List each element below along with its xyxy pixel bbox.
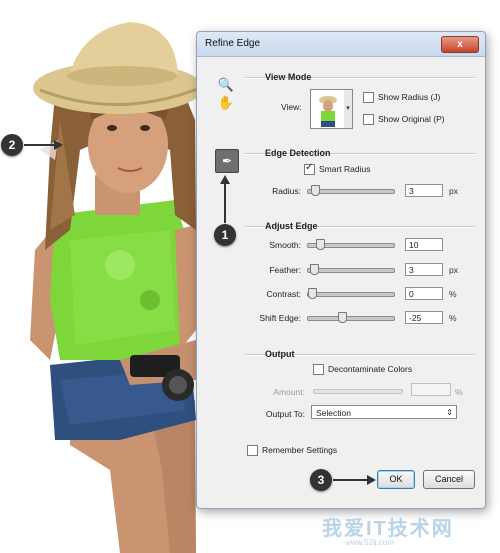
show-radius-checkbox[interactable] — [363, 92, 374, 103]
callout-number: 2 — [8, 138, 16, 152]
view-preview-thumbnail[interactable] — [310, 89, 346, 129]
shift-edge-input[interactable]: -25 — [405, 311, 443, 324]
edge-detection-heading: Edge Detection — [265, 148, 331, 158]
feather-label: Feather: — [269, 265, 301, 275]
radius-slider[interactable] — [307, 185, 395, 196]
callout-badge-2: 2 — [1, 134, 23, 156]
output-to-value: Selection — [316, 408, 351, 418]
feather-slider[interactable] — [307, 264, 395, 275]
shift-edge-slider-thumb[interactable] — [338, 312, 347, 323]
dialog-title: Refine Edge — [205, 38, 261, 49]
decontaminate-colors-checkbox[interactable] — [313, 364, 324, 375]
amount-label: Amount: — [273, 387, 305, 397]
radius-slider-thumb[interactable] — [311, 185, 320, 196]
tool-column: 🔍 ✋ — [217, 76, 237, 112]
refine-edge-dialog: Refine Edge x 🔍 ✋ ✒ View Mode View: ▾ Sh… — [196, 31, 486, 509]
callout-number: 1 — [221, 228, 229, 242]
arrow-right-icon — [333, 475, 376, 485]
cancel-button[interactable]: Cancel — [423, 470, 475, 489]
watermark-text: 我爱IT技术网 — [322, 518, 454, 540]
hand-tool-icon[interactable]: ✋ — [217, 94, 235, 112]
amount-slider[interactable] — [313, 389, 403, 394]
feather-unit: px — [449, 265, 458, 275]
output-to-label: Output To: — [265, 409, 305, 419]
callout-badge-1: 1 — [214, 224, 236, 246]
radius-unit: px — [449, 186, 458, 196]
amount-unit: % — [455, 387, 463, 397]
smooth-input[interactable]: 10 — [405, 238, 443, 251]
title-bar[interactable]: Refine Edge x — [197, 32, 485, 57]
amount-input[interactable] — [411, 383, 451, 396]
adjust-edge-heading: Adjust Edge — [265, 221, 318, 231]
smooth-slider-thumb[interactable] — [316, 239, 325, 250]
radius-label: Radius: — [272, 186, 301, 196]
shift-edge-slider[interactable] — [307, 312, 395, 323]
arrow-up-icon — [220, 175, 230, 223]
feather-slider-thumb[interactable] — [310, 264, 319, 275]
close-icon: x — [457, 39, 463, 50]
view-dropdown-arrow-icon[interactable]: ▾ — [344, 89, 353, 129]
remember-settings-checkbox[interactable] — [247, 445, 258, 456]
show-radius-label: Show Radius (J) — [378, 92, 441, 102]
watermark-url: www.52ij.com — [345, 538, 394, 547]
close-button[interactable]: x — [441, 36, 479, 53]
ok-button[interactable]: OK — [377, 470, 415, 489]
smooth-label: Smooth: — [269, 240, 301, 250]
output-to-select[interactable]: Selection ⇕ — [311, 405, 457, 419]
contrast-input[interactable]: 0 — [405, 287, 443, 300]
contrast-slider[interactable] — [307, 288, 395, 299]
smart-radius-checkbox[interactable] — [304, 162, 315, 175]
refine-radius-brush-icon[interactable]: ✒ — [215, 149, 239, 173]
smooth-slider[interactable] — [307, 239, 395, 250]
select-arrows-icon: ⇕ — [446, 408, 453, 417]
view-preview-image — [311, 90, 345, 128]
feather-input[interactable]: 3 — [405, 263, 443, 276]
callout-badge-3: 3 — [310, 469, 332, 491]
contrast-slider-thumb[interactable] — [308, 288, 317, 299]
contrast-label: Contrast: — [266, 289, 302, 299]
callout-number: 3 — [317, 473, 325, 487]
show-original-checkbox[interactable] — [363, 114, 374, 125]
arrow-right-icon — [24, 140, 63, 150]
radius-input[interactable]: 3 — [405, 184, 443, 197]
output-heading: Output — [265, 349, 295, 359]
smart-radius-label: Smart Radius — [319, 164, 371, 174]
show-original-label: Show Original (P) — [378, 114, 445, 124]
shift-edge-unit: % — [449, 313, 457, 323]
remember-settings-label: Remember Settings — [262, 445, 338, 455]
shift-edge-label: Shift Edge: — [259, 313, 301, 323]
view-label: View: — [281, 102, 302, 112]
decontaminate-colors-label: Decontaminate Colors — [328, 364, 413, 374]
view-mode-heading: View Mode — [265, 72, 312, 82]
zoom-tool-icon[interactable]: 🔍 — [217, 76, 235, 94]
contrast-unit: % — [449, 289, 457, 299]
